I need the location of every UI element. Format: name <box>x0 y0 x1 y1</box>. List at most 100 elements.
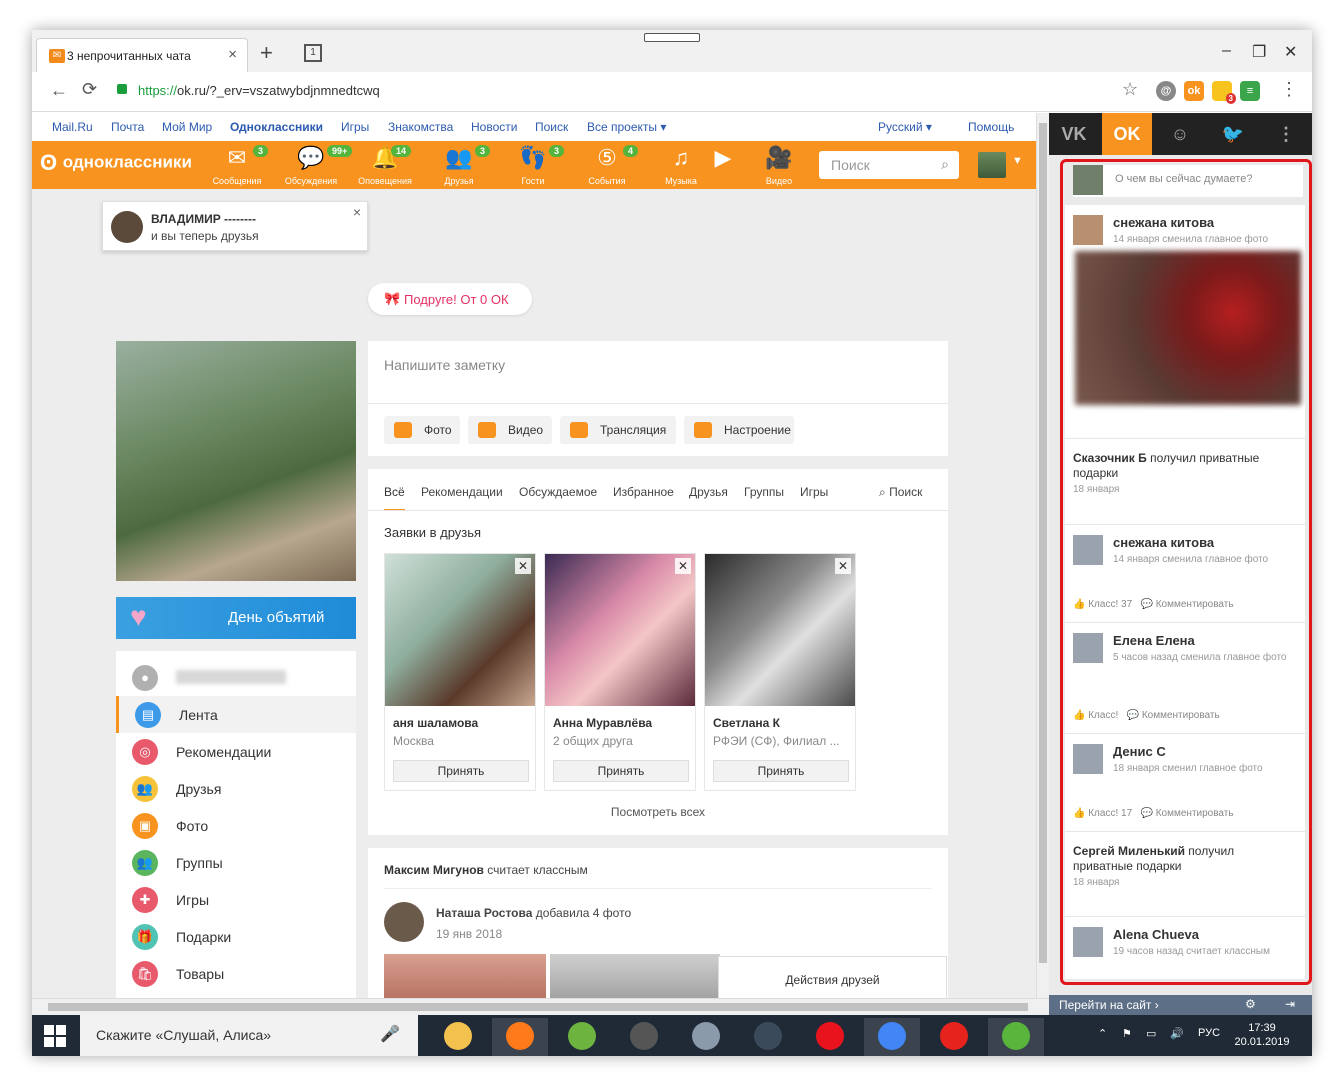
bookmark-star-icon[interactable]: ☆ <box>1122 79 1138 100</box>
ok-extension-icon[interactable]: ok <box>1184 81 1204 101</box>
search-input[interactable]: Поиск ⌕ <box>819 151 959 179</box>
mood-button[interactable]: Настроение <box>684 416 794 444</box>
file-explorer-icon[interactable] <box>430 1018 486 1056</box>
sidebar-item-8[interactable]: 🛍 Товары <box>116 955 356 992</box>
tab-recommendations[interactable]: Рекомендации <box>421 485 503 499</box>
scroll-thumb[interactable] <box>48 1003 1028 1011</box>
nav-znakomstva[interactable]: Знакомства <box>388 120 453 134</box>
microphone-icon[interactable]: 🎤 <box>380 1024 400 1044</box>
close-window-icon[interactable]: ✕ <box>1284 42 1297 62</box>
firefox-icon[interactable] <box>492 1018 548 1056</box>
gear-icon[interactable]: ⚙ <box>1245 997 1256 1011</box>
windows-start-icon[interactable] <box>44 1025 66 1047</box>
ok-nav-1[interactable]: 💬 Обсуждения 99+ <box>276 143 353 189</box>
yandex-browser-icon[interactable] <box>926 1018 982 1056</box>
nav-igry[interactable]: Игры <box>341 120 369 134</box>
friends-actions-button[interactable]: Действия друзей <box>718 956 947 998</box>
gift-button[interactable]: 🎀 Подруге! От 0 ОК <box>368 283 532 315</box>
close-icon[interactable]: × <box>353 204 361 220</box>
volume-icon[interactable]: 🔊 <box>1170 1027 1184 1040</box>
restore-icon[interactable]: ❐ <box>1252 42 1266 62</box>
language-indicator[interactable]: РУС <box>1198 1027 1220 1039</box>
accept-button[interactable]: Принять <box>553 760 689 782</box>
notifications-extension-icon[interactable]: 3 <box>1212 81 1236 104</box>
tab-discussed[interactable]: Обсуждаемое <box>519 485 597 499</box>
scroll-thumb[interactable] <box>1039 123 1047 963</box>
mail-extension-icon[interactable]: @ <box>1156 81 1176 101</box>
url-field[interactable]: https://ok.ru/?_erv=vszatwybdjnmnedtcwq <box>138 83 380 98</box>
close-icon[interactable]: ✕ <box>675 558 691 574</box>
notes-extension-icon[interactable]: ≡ <box>1240 81 1260 101</box>
nav-novosti[interactable]: Новости <box>471 120 517 134</box>
vertical-scrollbar[interactable] <box>1036 113 1049 998</box>
sidebar-item-6[interactable]: ✚ Игры <box>116 881 356 918</box>
back-icon[interactable]: ← <box>50 80 68 101</box>
see-all-link[interactable]: Посмотреть всех <box>368 805 948 819</box>
network-icon[interactable]: ▭ <box>1146 1027 1156 1040</box>
world-of-warplanes-icon[interactable] <box>678 1018 734 1056</box>
browser-tab[interactable]: ✉ 3 непрочитанных чата × <box>36 38 248 72</box>
horizontal-scrollbar[interactable] <box>32 998 1049 1015</box>
ok-nav-3[interactable]: 👥 Друзья 3 <box>424 143 494 189</box>
nav-pochta[interactable]: Почта <box>111 120 144 134</box>
sidebar-item-3[interactable]: 👥 Друзья <box>116 770 356 807</box>
cortana-search[interactable]: Скажите «Слушай, Алиса» 🎤 <box>80 1015 418 1056</box>
tab-favorites[interactable]: Избранное <box>613 485 674 499</box>
video-button[interactable]: Видео <box>468 416 552 444</box>
sidebar-item-2[interactable]: ◎ Рекомендации <box>116 733 356 770</box>
ok-logo[interactable]: ʘ одноклассники <box>40 150 192 176</box>
language-select[interactable]: Русский ▾ <box>878 120 932 134</box>
window-drag-handle[interactable] <box>644 33 700 42</box>
photo-button[interactable]: Фото <box>384 416 460 444</box>
sidebar-item-5[interactable]: 👥 Группы <box>116 844 356 881</box>
minimize-icon[interactable]: – <box>1222 42 1231 60</box>
world-of-tanks-icon[interactable] <box>616 1018 672 1056</box>
close-icon[interactable]: ✕ <box>835 558 851 574</box>
tab-groups[interactable]: Группы <box>744 485 784 499</box>
tab-games[interactable]: Игры <box>800 485 828 499</box>
twitter-icon[interactable]: 🐦 <box>1208 113 1258 155</box>
friend-photo[interactable] <box>385 554 535 706</box>
more-icon[interactable]: ⋮ <box>1261 113 1311 155</box>
go-to-site-link[interactable]: Перейти на сайт › <box>1059 998 1159 1012</box>
tab-friends[interactable]: Друзья <box>689 485 728 499</box>
friend-notification[interactable]: ВЛАДИМИР -------- и вы теперь друзья × <box>102 201 368 251</box>
sidebar-item-1[interactable]: ▤ Лента <box>116 696 356 733</box>
user-avatar[interactable] <box>978 152 1006 178</box>
nav-all-projects[interactable]: Все проекты ▾ <box>587 120 666 134</box>
logout-icon[interactable]: ⇥ <box>1285 997 1295 1011</box>
nav-poisk[interactable]: Поиск <box>535 120 568 134</box>
avatar[interactable] <box>384 902 424 942</box>
feed-photo[interactable] <box>384 954 546 998</box>
nav-moi-mir[interactable]: Мой Мир <box>162 120 212 134</box>
ok-icon[interactable]: OK <box>1102 113 1152 155</box>
browser-menu-icon[interactable]: ⋮ <box>1280 79 1298 100</box>
feed-search[interactable]: ⌕ Поиск <box>879 485 922 500</box>
ok-nav-4[interactable]: 👣 Гости 3 <box>498 143 568 189</box>
world-of-warships-icon[interactable] <box>740 1018 796 1056</box>
ok-nav-8[interactable]: 🎥 Видео <box>744 143 814 189</box>
vk-icon[interactable]: VK <box>1049 113 1099 155</box>
close-icon[interactable]: ✕ <box>515 558 531 574</box>
reload-icon[interactable]: ⟳ <box>82 79 97 100</box>
help-link[interactable]: Помощь <box>968 120 1014 134</box>
ok-nav-5[interactable]: ⑤ События 4 <box>572 143 642 189</box>
hug-day-banner[interactable]: ♥ День объятий <box>116 597 356 639</box>
nav-odnoklassniki[interactable]: Одноклассники <box>230 120 323 134</box>
close-tab-icon[interactable]: × <box>228 46 237 63</box>
nav-mailru[interactable]: Mail.Ru <box>52 120 93 134</box>
sidebar-item-4[interactable]: ▣ Фото <box>116 807 356 844</box>
chrome-icon[interactable] <box>864 1018 920 1056</box>
profile-photo[interactable] <box>116 341 356 581</box>
utorrent-icon[interactable] <box>554 1018 610 1056</box>
sidebar-item-7[interactable]: 🎁 Подарки <box>116 918 356 955</box>
app-icon[interactable] <box>988 1018 1044 1056</box>
friend-photo[interactable] <box>545 554 695 706</box>
chevron-down-icon[interactable]: ▼ <box>1012 155 1023 167</box>
tab-count-icon[interactable]: 1 <box>304 44 322 62</box>
ok-nav-2[interactable]: 🔔 Оповещения 14 <box>350 143 420 189</box>
opera-icon[interactable] <box>802 1018 858 1056</box>
flag-icon[interactable]: ⚑ <box>1122 1027 1132 1040</box>
tab-all[interactable]: Всё <box>384 485 405 511</box>
smile-icon[interactable]: ☺ <box>1155 113 1205 155</box>
